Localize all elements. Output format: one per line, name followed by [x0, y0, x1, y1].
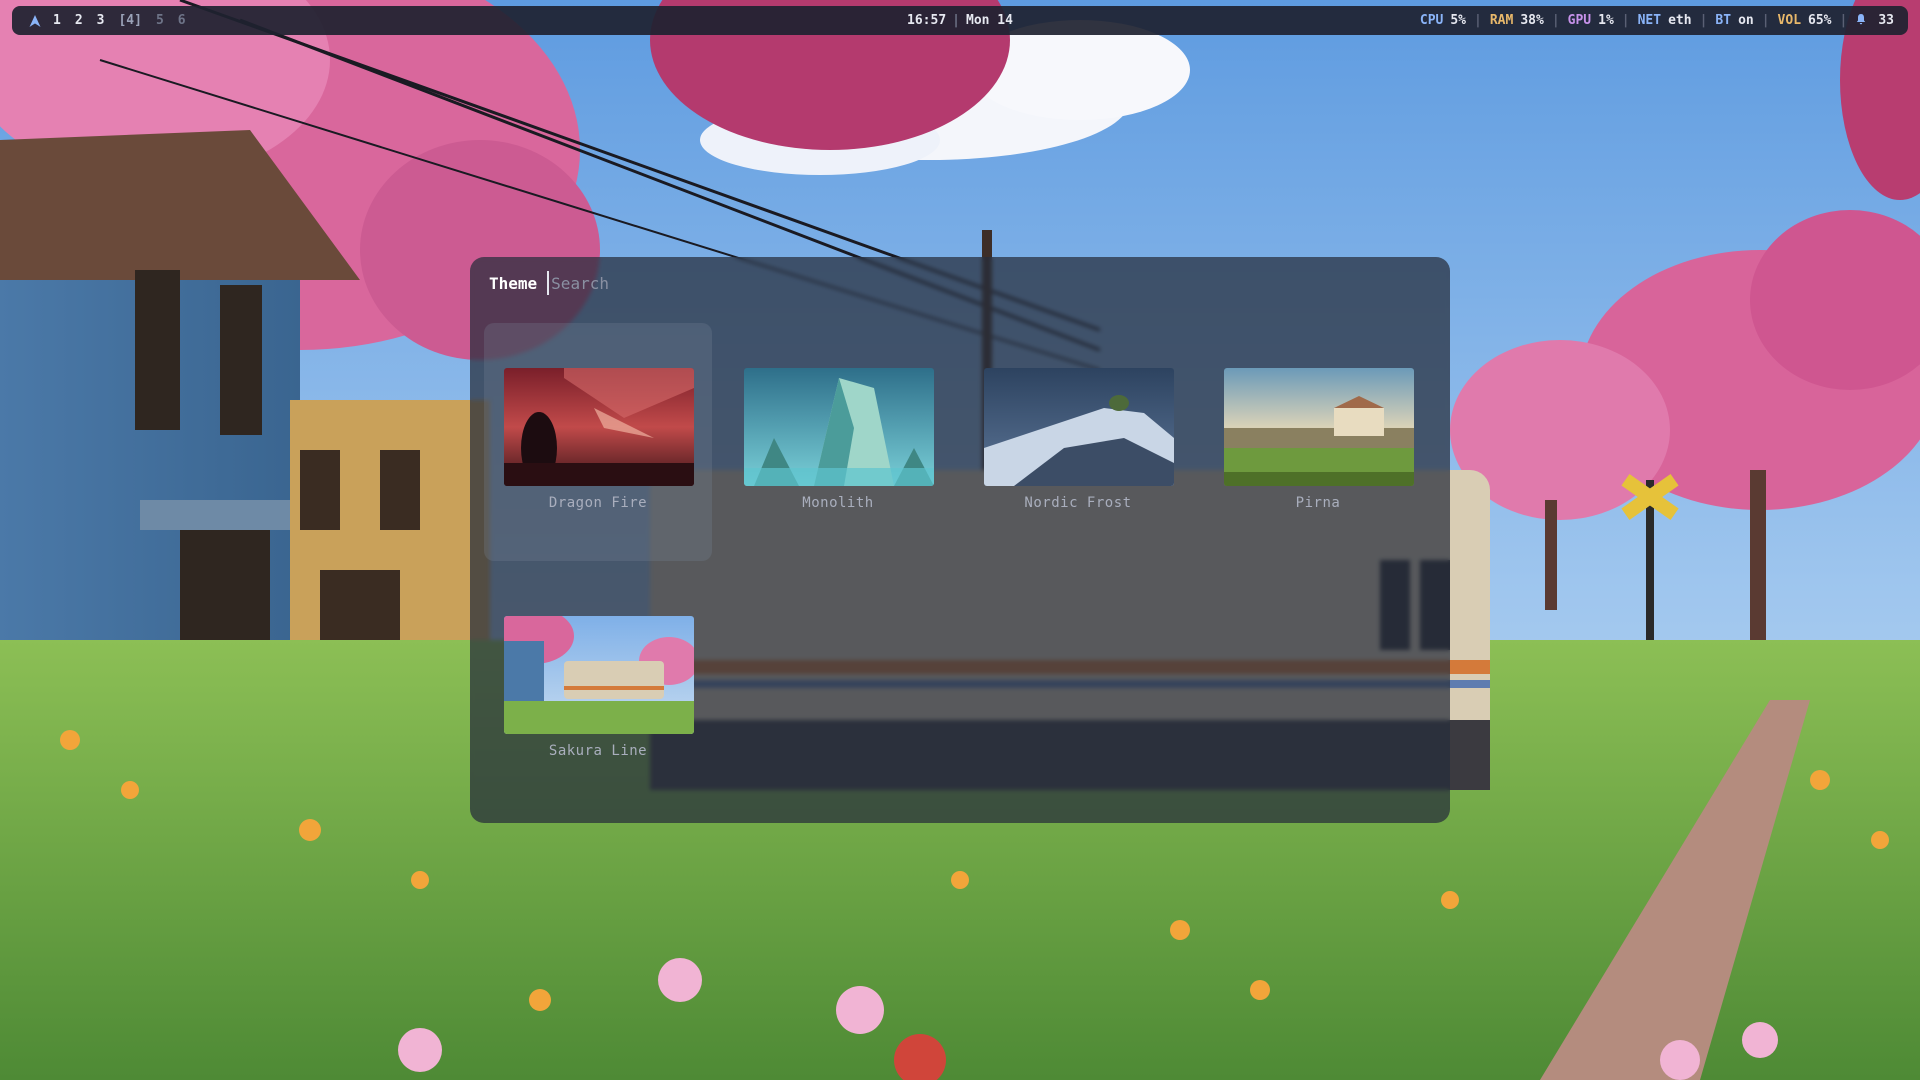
theme-card-nordic-frost[interactable]: Nordic Frost: [964, 323, 1192, 561]
workspace-switcher: 1 2 3 [4] 5 6: [12, 13, 193, 28]
vol-label: VOL: [1777, 13, 1802, 28]
clock[interactable]: 16:57 | Mon 14: [907, 13, 1013, 28]
status-separator: |: [1474, 13, 1482, 28]
theme-card-pirna[interactable]: Pirna: [1204, 323, 1432, 561]
theme-thumbnail: [504, 616, 694, 734]
theme-card-dragon-fire[interactable]: Dragon Fire: [484, 323, 712, 561]
volume-status[interactable]: VOL 65%: [1778, 13, 1832, 28]
theme-thumbnail: [1224, 368, 1414, 486]
status-separator: |: [1699, 13, 1708, 28]
search-row: Theme: [489, 271, 948, 295]
theme-thumbnail: [744, 368, 934, 486]
arch-logo-icon[interactable]: [28, 14, 42, 28]
theme-thumbnail: [504, 368, 694, 486]
bluetooth-status[interactable]: BT on: [1715, 13, 1753, 28]
prompt-label: Theme: [489, 273, 538, 293]
gpu-value: 1%: [1598, 13, 1614, 28]
theme-thumbnail: [984, 368, 1174, 486]
theme-card-monolith[interactable]: Monolith: [724, 323, 952, 561]
theme-name: Pirna: [1295, 495, 1341, 511]
workspace-3[interactable]: 3: [90, 13, 112, 28]
net-label: NET: [1637, 13, 1662, 28]
notifications-status[interactable]: 33: [1855, 13, 1894, 28]
workspace-1[interactable]: 1: [46, 13, 68, 28]
clock-date: Mon 14: [966, 13, 1013, 28]
theme-name: Nordic Frost: [1024, 495, 1132, 511]
bell-icon: [1855, 13, 1867, 25]
status-separator: |: [1839, 13, 1848, 28]
theme-name: Dragon Fire: [548, 495, 648, 511]
net-status[interactable]: NET eth: [1638, 13, 1692, 28]
ram-value: 38%: [1520, 13, 1544, 28]
cpu-value: 5%: [1450, 13, 1467, 28]
top-status-bar: 1 2 3 [4] 5 6 16:57 | Mon 14 CPU 5% | RAM 38…: [12, 6, 1908, 35]
theme-picker: Theme Dragon Fire: [470, 257, 1450, 823]
workspace-4-active[interactable]: [4]: [111, 13, 148, 28]
system-status: CPU 5% | RAM 38% | GPU 1% | NET eth | BT on |…: [1420, 13, 1894, 28]
workspace-5[interactable]: 5: [149, 13, 171, 28]
theme-name: Monolith: [802, 495, 874, 511]
gpu-status[interactable]: GPU 1%: [1568, 13, 1614, 28]
theme-card-sakura-line[interactable]: Sakura Line: [484, 571, 712, 809]
cpu-label: CPU: [1419, 13, 1444, 28]
search-input[interactable]: [547, 271, 948, 295]
workspace-6[interactable]: 6: [171, 13, 193, 28]
ram-status[interactable]: RAM 38%: [1490, 13, 1544, 28]
theme-name: Sakura Line: [548, 743, 648, 759]
vol-value: 65%: [1808, 13, 1832, 28]
clock-separator: |: [952, 13, 960, 28]
theme-grid: Dragon Fire Monolith Nordic Frost Pirna …: [484, 323, 1444, 813]
status-separator: |: [1621, 13, 1630, 28]
status-separator: |: [1551, 13, 1560, 28]
net-value: eth: [1668, 13, 1692, 28]
ram-label: RAM: [1489, 13, 1514, 28]
workspace-2[interactable]: 2: [68, 13, 90, 28]
bt-label: BT: [1715, 13, 1732, 28]
status-separator: |: [1761, 13, 1770, 28]
cpu-status[interactable]: CPU 5%: [1420, 13, 1466, 28]
notification-count: 33: [1878, 13, 1894, 28]
clock-time: 16:57: [907, 13, 947, 28]
gpu-label: GPU: [1567, 13, 1592, 28]
bt-value: on: [1738, 13, 1754, 28]
